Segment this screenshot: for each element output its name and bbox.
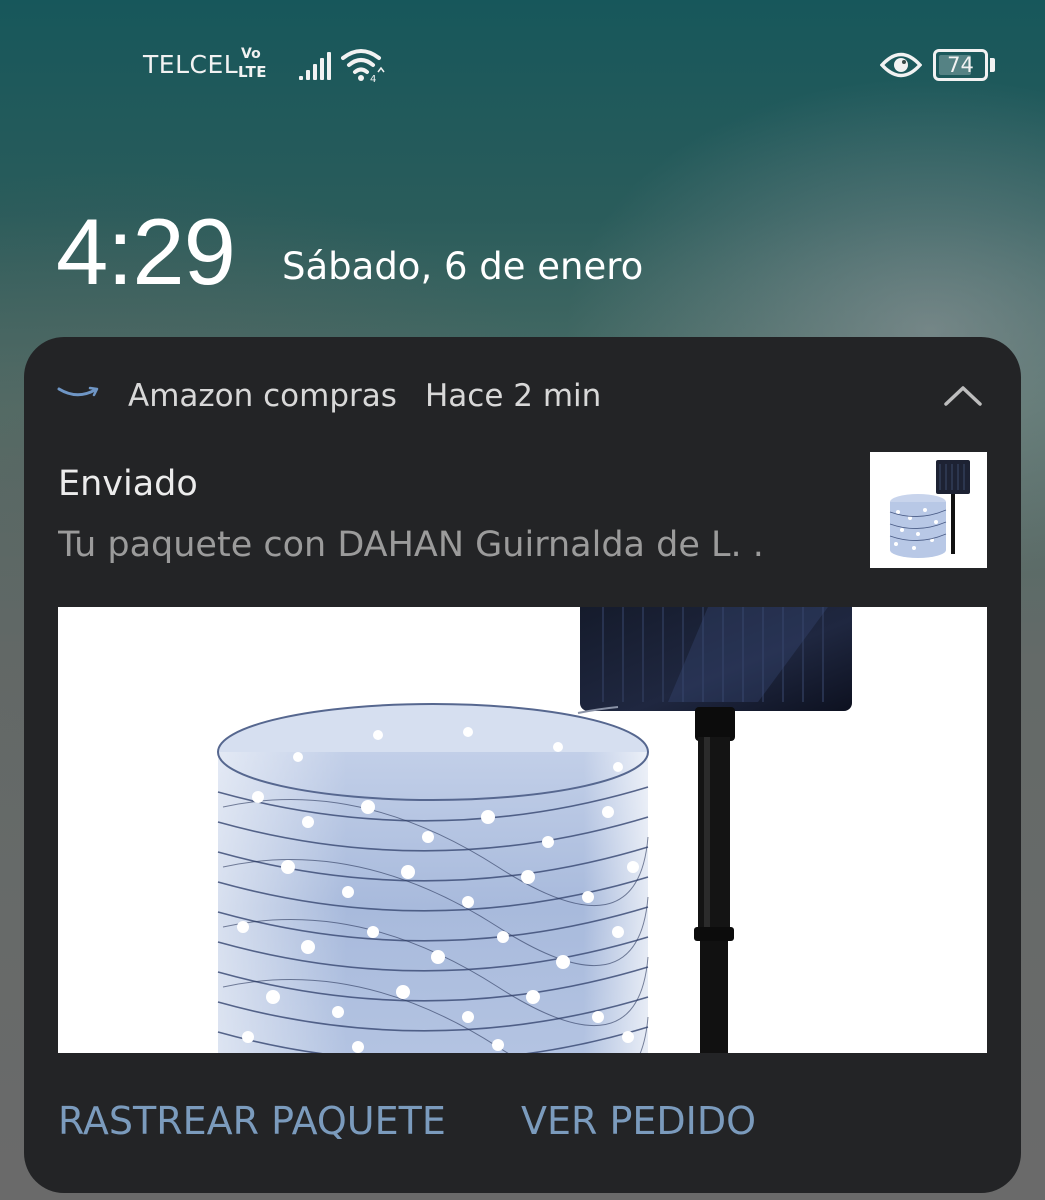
volte-bottom-label: LTE: [238, 63, 268, 81]
wifi-icon: 4: [341, 49, 385, 84]
product-thumbnail[interactable]: [870, 452, 987, 568]
view-order-button[interactable]: VER PEDIDO: [521, 1099, 756, 1143]
lock-screen-clock: 4:29: [56, 199, 236, 304]
notification-text: Tu paquete con DAHAN Guirnalda de L. .: [58, 525, 764, 565]
battery-level: 74: [947, 53, 974, 77]
battery-cap: [990, 58, 995, 72]
chevron-up-icon[interactable]: [942, 382, 984, 410]
product-image[interactable]: [58, 607, 987, 1053]
battery-body: 74: [933, 49, 988, 81]
notification-time: Hace 2 min: [425, 378, 602, 414]
volte-top-label: Vo: [241, 46, 261, 62]
eye-icon: [880, 52, 922, 78]
volte-indicator: Vo LTE: [238, 47, 274, 87]
amazon-smile-icon: [57, 386, 99, 397]
signal-icon: [299, 52, 331, 80]
notification-title: Enviado: [58, 464, 198, 504]
carrier-name: TELCEL: [143, 50, 239, 79]
battery-icon: 74: [933, 49, 995, 81]
svg-text:4: 4: [370, 74, 376, 84]
notification-card[interactable]: Amazon compras Hace 2 min Enviado Tu paq…: [24, 337, 1021, 1193]
lock-screen-date: Sábado, 6 de enero: [282, 245, 644, 288]
status-bar: TELCEL Vo LTE 4 74: [0, 38, 1045, 94]
track-package-button[interactable]: RASTREAR PAQUETE: [58, 1099, 446, 1143]
notification-app-name: Amazon compras: [128, 378, 397, 414]
